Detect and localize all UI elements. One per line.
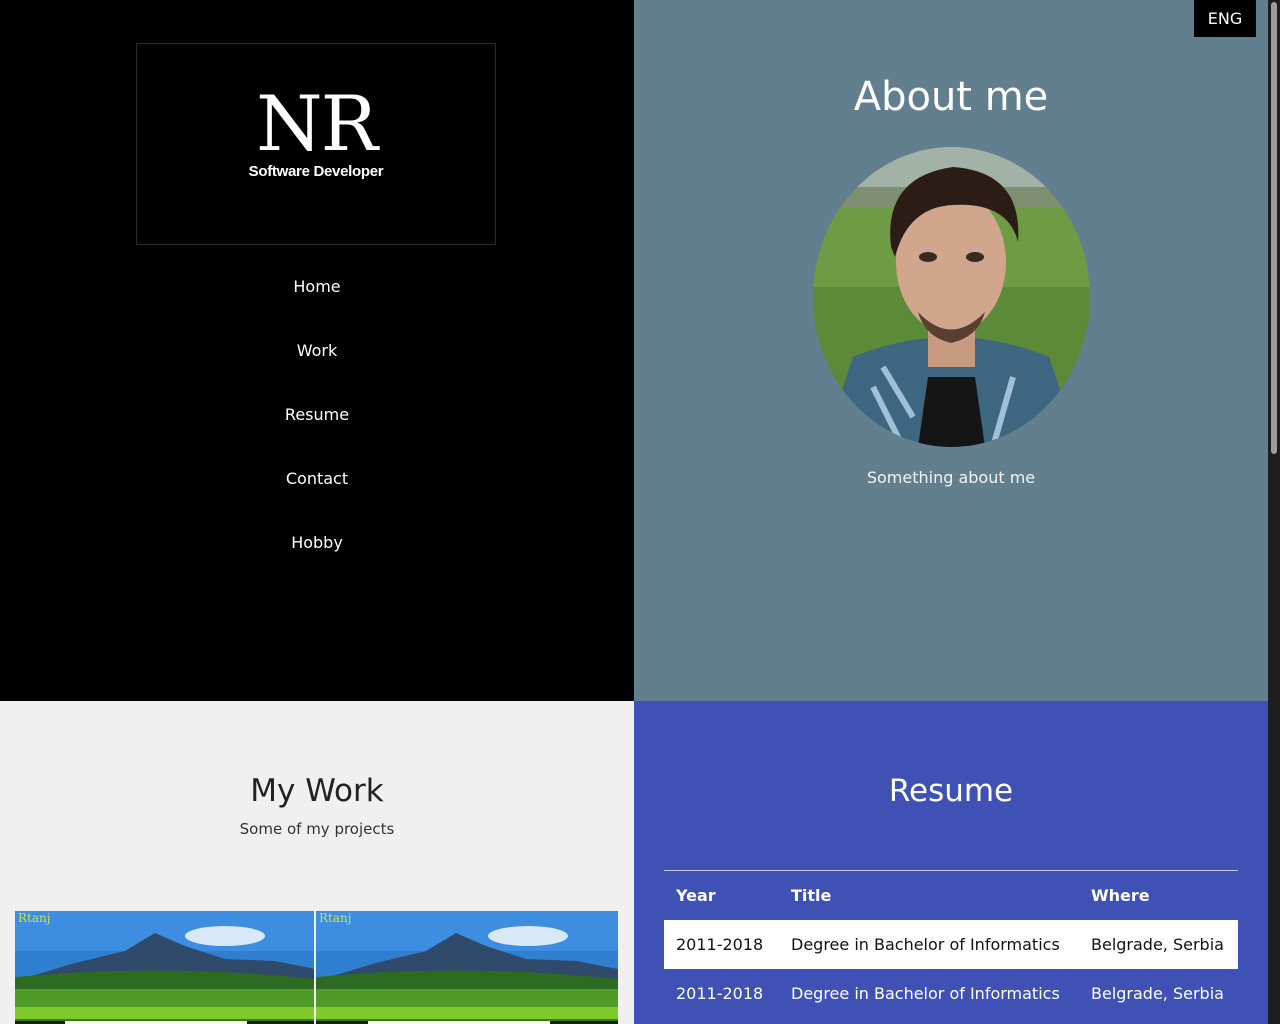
nav-item-resume[interactable]: Resume	[0, 398, 634, 462]
sidebar: NR Software Developer Home Work Resume C…	[0, 0, 634, 701]
project-caption: Rtanj	[18, 911, 51, 925]
project-image	[316, 911, 618, 1024]
project-caption: Rtanj	[319, 911, 352, 925]
page-scrollbar[interactable]	[1268, 0, 1280, 1024]
table-row: 2011-2018 Degree in Bachelor of Informat…	[664, 920, 1238, 969]
nav-item-hobby[interactable]: Hobby	[0, 526, 634, 590]
cell-title: Degree in Bachelor of Informatics	[779, 969, 1079, 1018]
about-title: About me	[853, 74, 1049, 120]
resume-section: Resume Year Title Where 2011-2018 Degree…	[634, 701, 1268, 1024]
about-section: ENG About me Something about me	[634, 0, 1268, 701]
resume-table: Year Title Where 2011-2018 Degree in Bac…	[664, 870, 1238, 1018]
work-section: My Work Some of my projects Rtanj Rtanj	[0, 701, 634, 1024]
avatar	[813, 147, 1090, 447]
cell-where: Belgrade, Serbia	[1079, 920, 1238, 969]
cell-where: Belgrade, Serbia	[1079, 969, 1238, 1018]
column-header-year: Year	[664, 870, 779, 920]
work-title: My Work	[250, 773, 384, 809]
project-thumbnail-1[interactable]: Rtanj	[15, 911, 314, 1024]
scrollbar-thumb[interactable]	[1271, 2, 1277, 454]
nav-item-contact[interactable]: Contact	[0, 462, 634, 526]
project-image	[15, 911, 314, 1024]
logo-subtitle: Software Developer	[248, 163, 384, 180]
logo-mark: NR	[256, 79, 378, 168]
cell-year: 2011-2018	[664, 920, 779, 969]
main-nav: Home Work Resume Contact Hobby	[0, 270, 634, 590]
project-thumbnail-2[interactable]: Rtanj	[316, 911, 618, 1024]
avatar-photo	[813, 147, 1090, 447]
language-button[interactable]: ENG	[1194, 0, 1256, 37]
nav-item-home[interactable]: Home	[0, 270, 634, 334]
about-text: Something about me	[866, 468, 1036, 487]
column-header-where: Where	[1079, 870, 1238, 920]
table-header-row: Year Title Where	[664, 870, 1238, 920]
cell-title: Degree in Bachelor of Informatics	[779, 920, 1079, 969]
cell-year: 2011-2018	[664, 969, 779, 1018]
logo[interactable]: NR Software Developer	[136, 43, 496, 245]
work-subtitle: Some of my projects	[239, 820, 395, 838]
resume-title: Resume	[888, 773, 1014, 809]
column-header-title: Title	[779, 870, 1079, 920]
nav-item-work[interactable]: Work	[0, 334, 634, 398]
table-row: 2011-2018 Degree in Bachelor of Informat…	[664, 969, 1238, 1018]
